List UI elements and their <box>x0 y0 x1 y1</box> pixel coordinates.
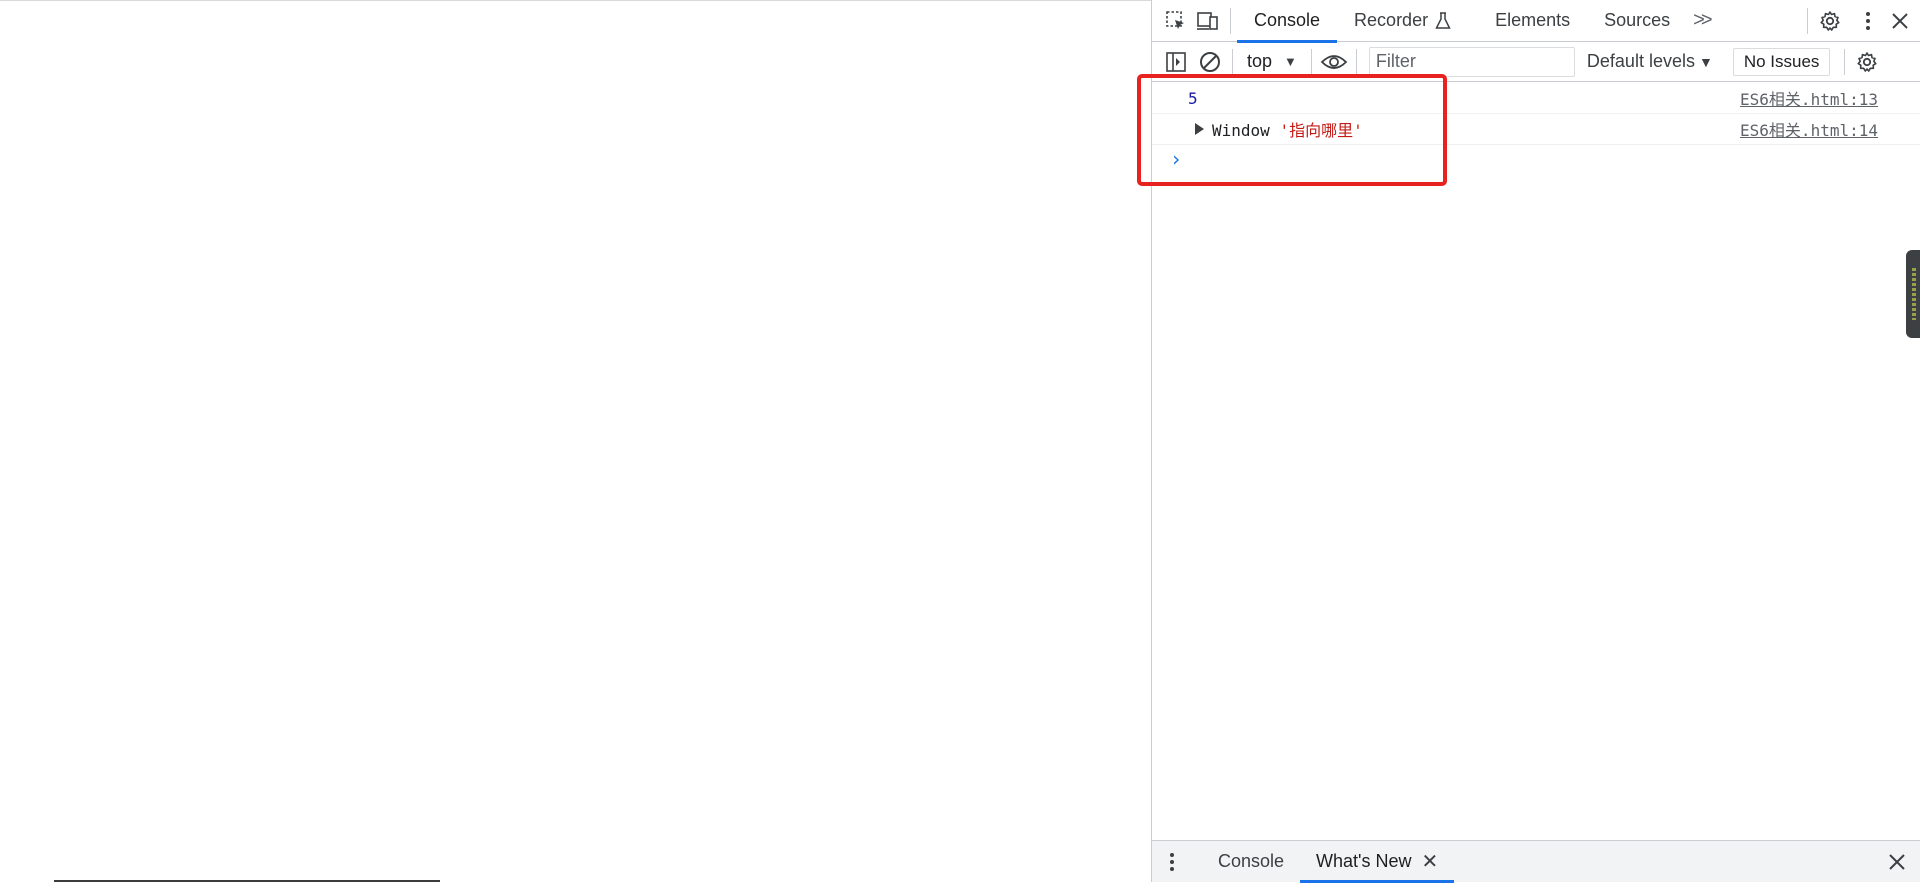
drawer-tab-whats-new[interactable]: What's New ✕ <box>1300 841 1454 883</box>
handle-grip <box>1912 268 1916 320</box>
devtools-main-toolbar: Console Recorder Elements Sources >> <box>1152 0 1920 42</box>
tab-console[interactable]: Console <box>1237 0 1337 42</box>
tab-label: Sources <box>1604 10 1670 31</box>
source-link[interactable]: ES6相关.html:13 <box>1740 86 1878 110</box>
settings-gear-icon[interactable] <box>1814 5 1846 37</box>
tab-label: Elements <box>1495 10 1570 31</box>
console-messages: 5 ES6相关.html:13 Window '指向哪里' ES6相关.html… <box>1152 83 1920 175</box>
expand-triangle-icon[interactable] <box>1195 123 1204 135</box>
toolbar-divider <box>1807 8 1808 34</box>
clear-console-icon[interactable] <box>1194 46 1226 78</box>
tab-label: Console <box>1254 10 1320 31</box>
drawer-tab-console[interactable]: Console <box>1202 841 1300 883</box>
side-scroll-handle[interactable] <box>1906 250 1920 338</box>
more-tabs-icon[interactable]: >> <box>1687 9 1714 32</box>
number-value: 5 <box>1188 89 1198 108</box>
devtools-panel: Console Recorder Elements Sources >> <box>1151 0 1920 882</box>
object-name: Window <box>1212 121 1270 140</box>
console-toolbar: top ▼ Default levels ▼ No Issues <box>1152 42 1920 82</box>
inspect-element-icon[interactable] <box>1160 5 1192 37</box>
console-message: Window '指向哪里' ES6相关.html:14 <box>1152 114 1920 145</box>
context-value: top <box>1247 51 1272 72</box>
toolbar-divider <box>1844 49 1845 75</box>
flask-icon <box>1435 12 1451 30</box>
prompt-chevron-icon: › <box>1170 147 1182 171</box>
close-tab-icon[interactable]: ✕ <box>1422 849 1439 874</box>
device-toolbar-icon[interactable] <box>1192 5 1224 37</box>
toolbar-right-group <box>1801 0 1920 42</box>
object-preview[interactable]: Window '指向哪里' <box>1212 117 1363 141</box>
more-options-icon[interactable] <box>1852 5 1884 37</box>
show-sidebar-icon[interactable] <box>1160 46 1192 78</box>
toolbar-divider <box>1232 49 1233 75</box>
toolbar-divider <box>1356 49 1357 75</box>
caret-down-icon: ▼ <box>1284 54 1297 69</box>
log-levels-dropdown[interactable]: Default levels ▼ <box>1587 51 1713 72</box>
issues-button[interactable]: No Issues <box>1733 48 1831 76</box>
drawer-tab-label: Console <box>1218 851 1284 872</box>
object-string: '指向哪里' <box>1279 121 1362 140</box>
source-link[interactable]: ES6相关.html:14 <box>1740 117 1878 141</box>
drawer-menu-icon[interactable] <box>1152 852 1192 872</box>
tab-sources[interactable]: Sources <box>1587 0 1687 42</box>
drawer-tab-label: What's New <box>1316 851 1411 872</box>
log-levels-label: Default levels <box>1587 51 1695 72</box>
live-expression-eye-icon[interactable] <box>1318 46 1350 78</box>
console-message: 5 ES6相关.html:13 <box>1152 83 1920 114</box>
toolbar-divider <box>1311 49 1312 75</box>
console-prompt-line[interactable]: › <box>1152 145 1920 175</box>
tab-label: Recorder <box>1354 10 1428 31</box>
filter-input[interactable] <box>1369 47 1575 77</box>
toolbar-divider <box>1230 8 1231 34</box>
console-settings-gear-icon[interactable] <box>1851 46 1883 78</box>
close-drawer-icon[interactable] <box>1884 849 1910 875</box>
tab-elements[interactable]: Elements <box>1478 0 1587 42</box>
tab-recorder[interactable]: Recorder <box>1337 0 1468 42</box>
devtools-drawer: Console What's New ✕ <box>1152 840 1920 882</box>
caret-down-icon: ▼ <box>1699 54 1713 70</box>
inspected-page <box>0 0 1151 882</box>
context-selector[interactable]: top ▼ <box>1239 47 1305 77</box>
close-devtools-icon[interactable] <box>1884 5 1916 37</box>
